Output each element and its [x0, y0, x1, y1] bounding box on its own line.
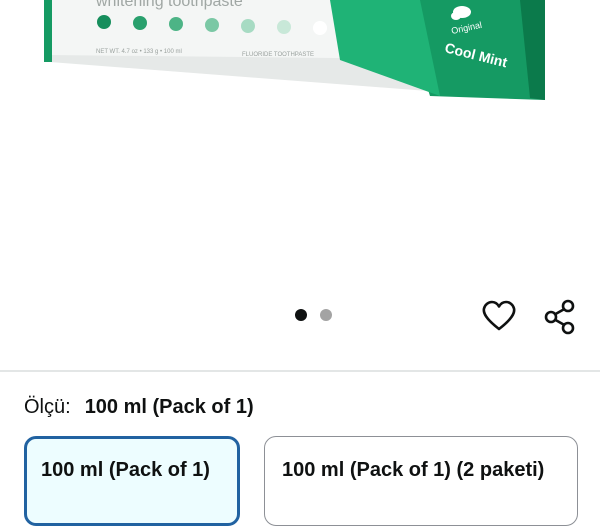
tube-net-weight: NET WT. 4.7 oz • 133 g • 100 ml [96, 49, 182, 55]
size-option-label: 100 ml (Pack of 1) (2 paketi) [282, 459, 545, 481]
size-option-label: 100 ml (Pack of 1) [41, 459, 210, 481]
size-selected-value: 100 ml (Pack of 1) [84, 396, 254, 418]
tube-type-text: FLUORIDE TOOTHPASTE [242, 52, 314, 58]
toothpaste-tube-illustration: whitening toothpaste NET WT. 4.7 oz • 13… [44, 0, 545, 100]
favorite-button[interactable] [479, 296, 519, 336]
carousel-dot-active[interactable] [294, 309, 307, 321]
tube-brand-text: whitening toothpaste [95, 0, 243, 10]
product-image[interactable]: whitening toothpaste NET WT. 4.7 oz • 13… [0, 0, 600, 300]
heart-outline-icon [482, 300, 516, 331]
share-icon [544, 299, 575, 335]
size-option-100ml-pack-1-2-paketi[interactable]: 100 ml (Pack of 1) (2 paketi) [264, 436, 578, 526]
size-selector-header: Ölçü: 100 ml (Pack of 1) [24, 396, 254, 422]
share-button[interactable] [540, 297, 580, 337]
size-label: Ölçü: [24, 396, 71, 418]
carousel-dot[interactable] [319, 309, 332, 321]
size-option-100ml-pack-1[interactable]: 100 ml (Pack of 1) [24, 436, 240, 526]
section-divider [0, 370, 600, 372]
